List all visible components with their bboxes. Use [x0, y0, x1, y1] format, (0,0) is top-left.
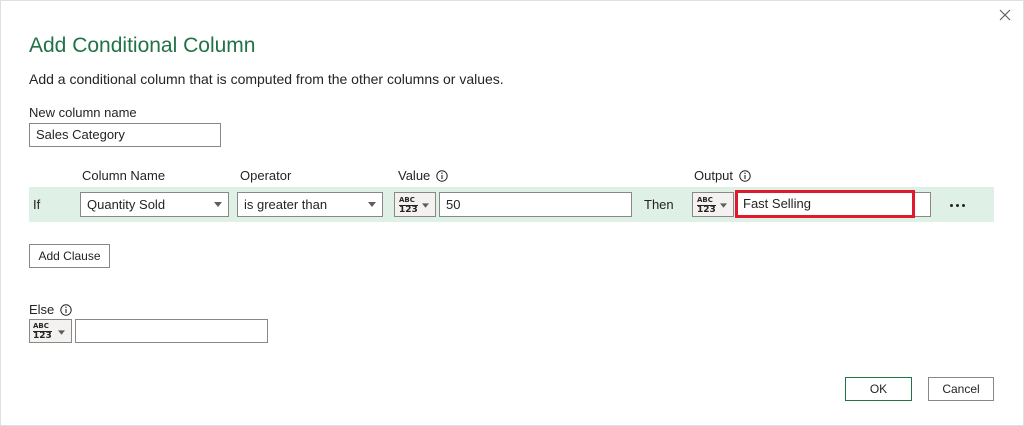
chevron-down-icon	[422, 203, 429, 208]
new-column-name-label: New column name	[29, 105, 137, 120]
chevron-down-icon	[58, 330, 65, 335]
value-header: Value	[398, 168, 448, 183]
close-icon[interactable]	[997, 7, 1013, 23]
info-icon[interactable]	[739, 169, 751, 182]
ok-button[interactable]: OK	[845, 377, 912, 401]
value-header-label: Value	[398, 168, 431, 183]
type-123-label: 123	[33, 331, 52, 341]
value-input[interactable]: 50	[439, 192, 632, 217]
operator-value: is greater than	[244, 197, 328, 212]
new-column-name-input[interactable]: Sales Category	[29, 123, 221, 147]
type-123-label: 123	[697, 205, 716, 215]
else-label: Else	[29, 302, 55, 317]
info-icon[interactable]	[60, 303, 72, 316]
operator-header: Operator	[240, 168, 291, 183]
value-type-button[interactable]: ABC 123	[394, 192, 436, 217]
output-header-label: Output	[694, 168, 734, 183]
operator-header-label: Operator	[240, 168, 292, 183]
column-name-dropdown[interactable]: Quantity Sold	[80, 192, 229, 217]
then-label: Then	[644, 197, 674, 212]
output-input[interactable]: Fast Selling	[735, 190, 915, 218]
cancel-button[interactable]: Cancel	[928, 377, 994, 401]
chevron-down-icon	[368, 202, 376, 207]
operator-dropdown[interactable]: is greater than	[237, 192, 383, 217]
else-type-button[interactable]: ABC 123	[29, 319, 72, 343]
chevron-down-icon	[720, 203, 727, 208]
type-123-label: 123	[399, 205, 418, 215]
else-header: Else	[29, 302, 72, 317]
chevron-down-icon	[214, 202, 222, 207]
output-header: Output	[694, 168, 751, 183]
more-options-icon[interactable]	[945, 195, 969, 215]
add-conditional-column-dialog: Add Conditional Column Add a conditional…	[0, 0, 1024, 426]
type-abc-label: ABC	[33, 322, 49, 330]
column-name-header: Column Name	[82, 168, 165, 183]
column-name-header-label: Column Name	[82, 168, 166, 183]
else-input[interactable]	[75, 319, 268, 343]
clause-row: If Quantity Sold is greater than ABC 123…	[29, 187, 994, 222]
dialog-subtitle: Add a conditional column that is compute…	[29, 71, 504, 87]
type-abc-label: ABC	[399, 196, 415, 204]
dialog-title: Add Conditional Column	[29, 34, 256, 57]
type-abc-label: ABC	[697, 196, 713, 204]
output-type-button[interactable]: ABC 123	[692, 192, 734, 217]
add-clause-button[interactable]: Add Clause	[29, 244, 110, 268]
column-name-value: Quantity Sold	[87, 197, 166, 212]
info-icon[interactable]	[436, 169, 448, 182]
if-label: If	[33, 197, 41, 212]
